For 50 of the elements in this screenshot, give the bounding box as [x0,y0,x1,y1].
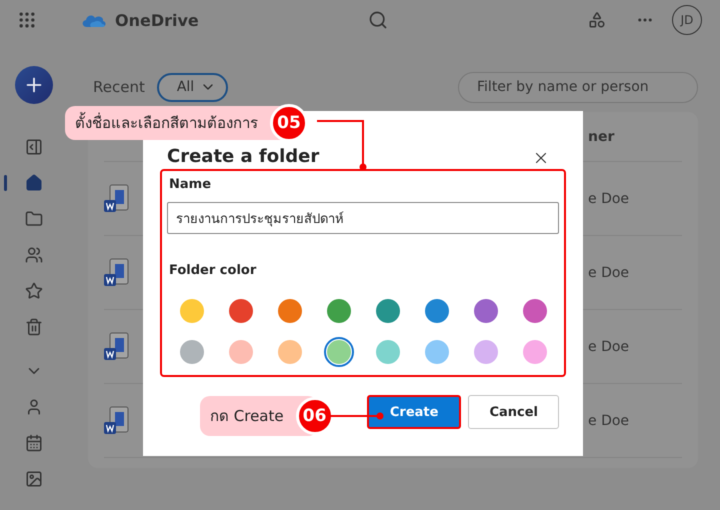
filter-field[interactable]: Filter by name or person [458,72,698,102]
calendar-icon [25,434,43,452]
column-header[interactable]: ner [588,128,682,144]
leader-line [330,412,384,420]
word-document-icon [104,406,130,436]
color-swatch[interactable] [228,299,252,323]
home-icon [25,174,43,192]
apps-icon[interactable] [17,10,37,30]
color-label: Folder color [169,263,258,278]
star-icon [25,282,43,300]
person-icon [25,398,43,416]
panel-icon [25,138,43,156]
color-swatch[interactable] [278,340,302,364]
folder-icon [25,210,43,228]
avatar[interactable]: JD [672,5,702,35]
table-cell-text: e Doe [588,338,630,354]
people-icon [25,246,43,264]
new-button[interactable] [15,66,53,104]
color-swatch[interactable] [228,340,252,364]
section-label: Recent [93,78,145,96]
app-title: OneDrive [115,10,199,30]
shapes-icon[interactable] [588,11,606,29]
color-swatch[interactable] [326,299,350,323]
table-cell-text: e Doe [588,412,630,428]
word-document-icon [104,332,130,362]
image-icon [25,470,43,488]
name-field[interactable]: รายงานการประชุมรายสัปดาห์ [167,202,559,234]
color-swatch[interactable] [180,340,204,364]
name-label: Name [169,177,212,192]
color-swatch[interactable] [278,299,302,323]
color-swatch[interactable] [324,337,354,367]
dialog-title: Create a folder [167,146,320,167]
create-button[interactable]: Create [366,395,462,429]
search-icon[interactable] [368,10,388,30]
color-swatch[interactable] [474,340,498,364]
color-swatch[interactable] [424,340,448,364]
color-swatch[interactable] [376,340,400,364]
filter-dropdown[interactable]: All [156,72,228,102]
color-swatch[interactable] [424,299,448,323]
table-cell-text: e Doe [588,264,630,280]
color-swatch[interactable] [180,299,204,323]
word-document-icon [104,258,130,288]
color-swatch[interactable] [376,299,400,323]
color-swatch[interactable] [522,299,546,323]
table-cell-text: e Doe [588,190,630,206]
word-document-icon [104,184,130,214]
trash-icon [25,318,43,336]
color-swatch[interactable] [522,340,546,364]
cancel-button[interactable]: Cancel [468,395,559,429]
color-swatch[interactable] [474,299,498,323]
